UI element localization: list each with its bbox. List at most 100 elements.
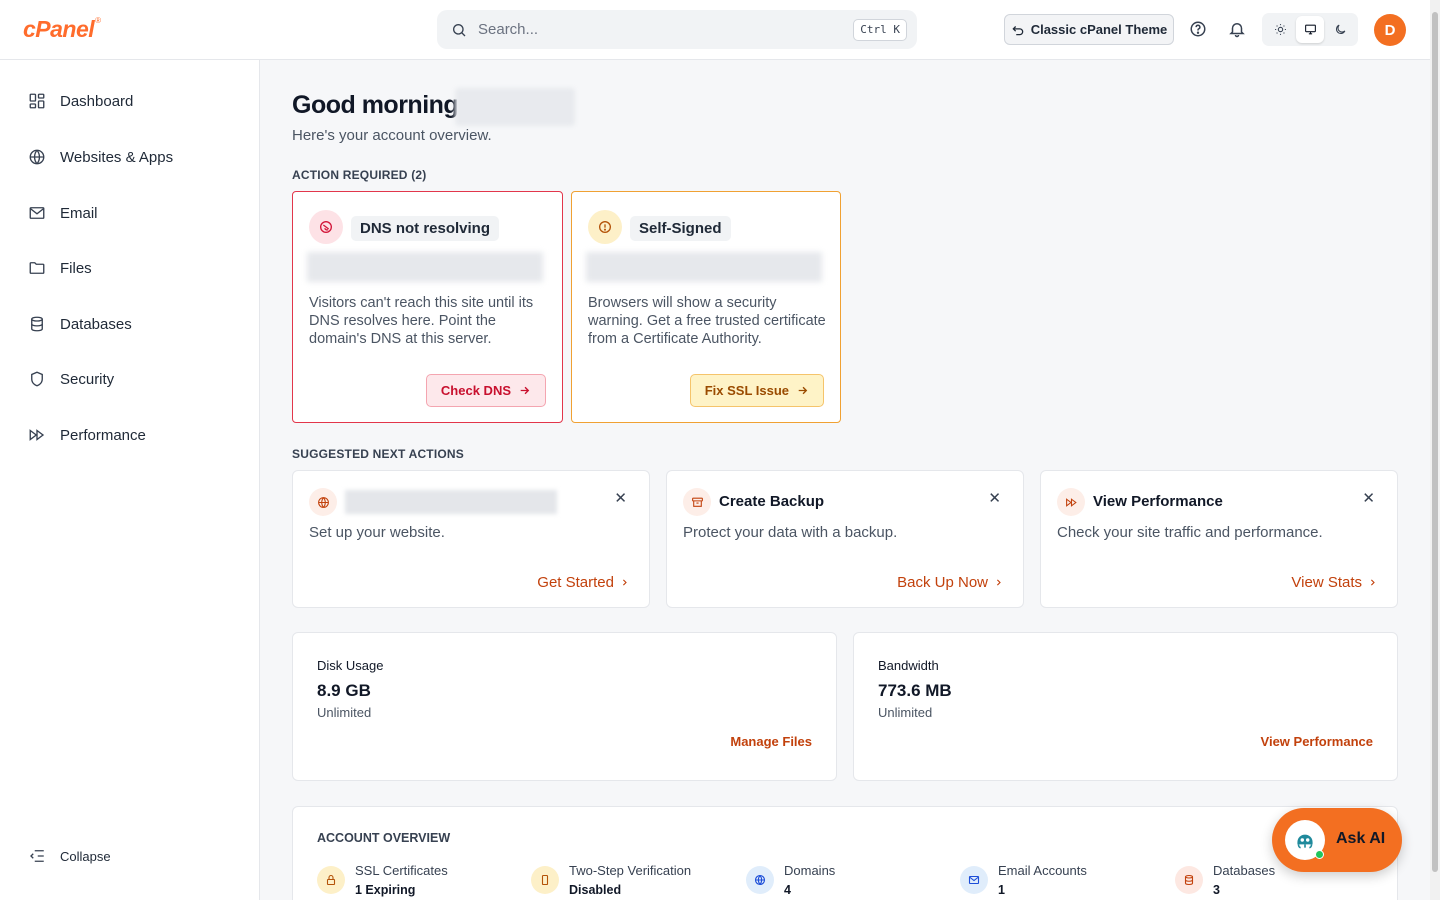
- overview-label: Email Accounts: [998, 863, 1087, 878]
- page-title: Good morning: [292, 91, 459, 119]
- theme-toggle[interactable]: [1262, 13, 1358, 46]
- overview-domains[interactable]: Domains 4: [746, 863, 835, 900]
- sidebar-item-label: Security: [60, 370, 115, 388]
- redacted-domain: [586, 252, 822, 282]
- phone-icon: [531, 866, 559, 894]
- scrollbar-thumb[interactable]: [1432, 12, 1438, 872]
- view-performance-link[interactable]: View Performance: [1261, 734, 1373, 749]
- manage-files-link[interactable]: Manage Files: [730, 734, 812, 749]
- suggestion-description: Set up your website.: [309, 524, 445, 541]
- check-dns-button[interactable]: Check DNS: [425, 374, 546, 407]
- overview-email-accounts[interactable]: Email Accounts 1: [960, 863, 1087, 900]
- overview-ssl-certificates[interactable]: SSL Certificates 1 Expiring: [317, 863, 448, 900]
- system-theme-option[interactable]: [1296, 16, 1324, 43]
- archive-icon: [683, 488, 711, 516]
- collapse-icon: [30, 850, 44, 862]
- page-subtitle: Here's your account overview.: [292, 127, 492, 144]
- view-stats-link[interactable]: View Stats: [1291, 574, 1377, 591]
- sidebar-item-label: Files: [60, 259, 92, 277]
- alert-title: Self-Signed: [630, 216, 731, 241]
- classic-theme-button[interactable]: Classic cPanel Theme: [1004, 14, 1174, 45]
- search-icon: [453, 24, 466, 37]
- account-overview-card: ACCOUNT OVERVIEW SSL Certificates 1 Expi…: [292, 806, 1398, 900]
- search-bar[interactable]: Search... Ctrl K: [437, 10, 917, 49]
- fix-ssl-button[interactable]: Fix SSL Issue: [689, 374, 824, 407]
- suggestion-description: Protect your data with a backup.: [683, 524, 898, 541]
- moon-icon: [1335, 24, 1345, 35]
- usage-label: Bandwidth: [878, 658, 939, 673]
- ask-ai-button[interactable]: Ask AI: [1272, 808, 1402, 872]
- undo-icon: [1012, 25, 1023, 35]
- alert-description: Visitors can't reach this site until its…: [309, 295, 534, 347]
- arrow-right-icon: [520, 386, 530, 395]
- fix-ssl-label: Fix SSL Issue: [704, 383, 789, 398]
- dark-theme-option[interactable]: [1326, 16, 1354, 43]
- cpanel-logo[interactable]: cPanel®: [23, 16, 101, 43]
- account-overview-heading: ACCOUNT OVERVIEW: [317, 831, 451, 845]
- alert-description: Browsers will show a security warning. G…: [588, 295, 826, 347]
- check-dns-label: Check DNS: [440, 383, 511, 398]
- overview-value: Disabled: [569, 883, 622, 897]
- overview-databases[interactable]: Databases 3: [1175, 863, 1275, 900]
- create-backup-card: Create Backup ✕ Protect your data with a…: [666, 470, 1024, 608]
- usage-limit: Unlimited: [317, 705, 372, 720]
- close-icon[interactable]: ✕: [614, 489, 627, 507]
- user-avatar[interactable]: D: [1374, 14, 1406, 46]
- suggestion-description: Check your site traffic and performance.: [1057, 524, 1323, 541]
- help-icon[interactable]: [1189, 20, 1207, 38]
- usage-label: Disk Usage: [317, 658, 384, 673]
- sidebar-item-databases[interactable]: Databases: [28, 312, 132, 336]
- arrow-right-icon: [798, 386, 808, 395]
- sidebar-item-label: Email: [60, 204, 98, 222]
- back-up-now-label: Back Up Now: [897, 574, 988, 591]
- page-scrollbar[interactable]: [1430, 0, 1440, 900]
- collapse-sidebar-button[interactable]: Collapse: [28, 847, 111, 865]
- close-icon[interactable]: ✕: [988, 489, 1001, 507]
- sidebar-item-label: Dashboard: [60, 92, 134, 110]
- get-started-label: Get Started: [537, 574, 614, 591]
- globe-icon: [309, 488, 337, 516]
- logo-registered-mark: ®: [95, 16, 101, 25]
- globe-icon: [746, 866, 774, 894]
- sidebar-item-dashboard[interactable]: Dashboard: [28, 89, 133, 113]
- suggestion-title: Create Backup: [719, 493, 825, 510]
- top-header: cPanel® Search... Ctrl K Classic cPanel …: [0, 0, 1430, 60]
- sidebar-item-email[interactable]: Email: [28, 201, 98, 225]
- bell-icon[interactable]: [1228, 20, 1246, 38]
- sidebar-item-security[interactable]: Security: [28, 367, 114, 391]
- overview-two-step-verification[interactable]: Two-Step Verification Disabled: [531, 863, 691, 900]
- fast-forward-icon: [29, 429, 45, 441]
- suggested-actions-heading: SUGGESTED NEXT ACTIONS: [292, 447, 464, 461]
- database-icon: [1175, 866, 1203, 894]
- shield-icon: [31, 371, 43, 387]
- alert-title: DNS not resolving: [351, 216, 500, 241]
- lock-icon: [317, 866, 345, 894]
- back-up-now-link[interactable]: Back Up Now: [897, 574, 1003, 591]
- search-shortcut-badge: Ctrl K: [853, 19, 907, 41]
- overview-value: 4: [784, 883, 791, 897]
- database-icon: [31, 316, 43, 332]
- view-performance-card: View Performance ✕ Check your site traff…: [1040, 470, 1398, 608]
- bandwidth-card: Bandwidth 773.6 MB Unlimited View Perfor…: [853, 632, 1398, 781]
- alert-circle-icon: [588, 210, 622, 244]
- light-theme-option[interactable]: [1266, 16, 1294, 43]
- usage-value: 773.6 MB: [878, 681, 952, 700]
- suggestion-title: View Performance: [1093, 493, 1223, 510]
- ask-ai-label: Ask AI: [1336, 830, 1386, 847]
- dashboard-icon: [29, 93, 45, 109]
- sidebar-item-label: Performance: [60, 426, 146, 444]
- sidebar-item-performance[interactable]: Performance: [28, 423, 146, 447]
- collapse-label: Collapse: [60, 848, 111, 864]
- overview-label: SSL Certificates: [355, 863, 448, 878]
- overview-value: 3: [1213, 883, 1220, 897]
- close-icon[interactable]: ✕: [1362, 489, 1375, 507]
- search-input[interactable]: Search...: [478, 21, 538, 38]
- disk-usage-card: Disk Usage 8.9 GB Unlimited Manage Files: [292, 632, 837, 781]
- globe-icon: [29, 149, 45, 165]
- sidebar-item-websites-apps[interactable]: Websites & Apps: [28, 145, 173, 169]
- folder-icon: [29, 262, 45, 274]
- sidebar-item-files[interactable]: Files: [28, 256, 92, 280]
- sun-icon: [1274, 24, 1286, 35]
- mail-icon: [29, 207, 45, 219]
- get-started-link[interactable]: Get Started: [537, 574, 629, 591]
